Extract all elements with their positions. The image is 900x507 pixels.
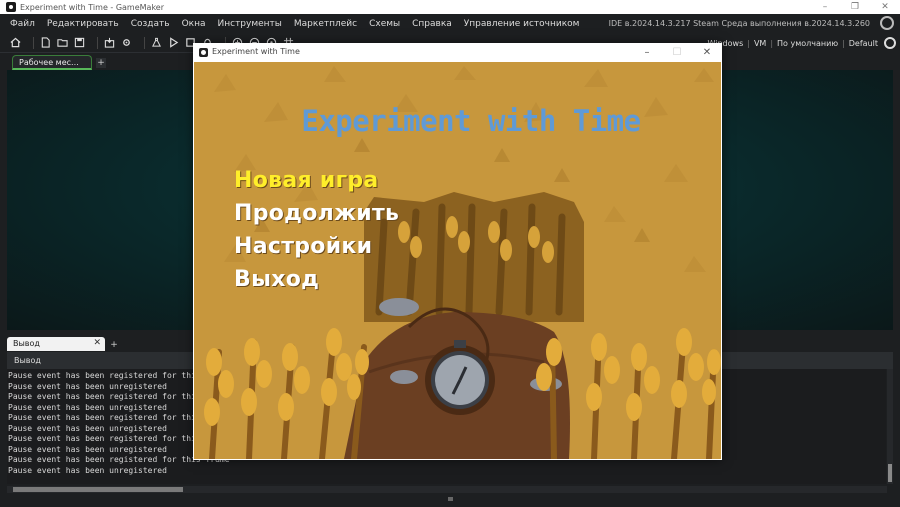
game-minimize-button[interactable]: – xyxy=(632,43,662,62)
scrollbar-thumb[interactable] xyxy=(13,487,183,492)
gamemaker-logo-icon xyxy=(199,48,208,57)
game-window[interactable]: Experiment with Time – ☐ ✕ Experiment wi… xyxy=(193,43,722,460)
package-icon[interactable] xyxy=(104,37,115,48)
close-button[interactable]: ✕ xyxy=(870,0,900,14)
target-runtime[interactable]: VM xyxy=(754,39,766,48)
settings-icon[interactable] xyxy=(121,37,132,48)
output-vertical-scrollbar[interactable] xyxy=(887,369,893,484)
menu-bar: Файл Редактировать Создать Окна Инструме… xyxy=(0,14,900,33)
gamemaker-logo-icon xyxy=(6,2,16,12)
minimize-button[interactable]: – xyxy=(810,0,840,14)
scrollbar-thumb[interactable] xyxy=(888,464,892,482)
menu-option-continue[interactable]: Продолжить xyxy=(234,201,399,226)
tab-workspace[interactable]: Рабочее мес... xyxy=(12,55,92,70)
restore-button[interactable]: ❐ xyxy=(840,0,870,14)
game-close-button[interactable]: ✕ xyxy=(692,43,722,62)
ide-window-title: Experiment with Time - GameMaker xyxy=(20,2,165,12)
ide-window-controls: – ❐ ✕ xyxy=(810,0,900,14)
log-line: Pause event has been unregistered xyxy=(8,465,167,475)
menu-tools[interactable]: Инструменты xyxy=(218,19,282,29)
menu-marketplace[interactable]: Маркетплейс xyxy=(294,19,357,29)
game-maximize-button[interactable]: ☐ xyxy=(662,43,692,62)
clean-icon[interactable] xyxy=(151,37,162,48)
home-icon[interactable] xyxy=(10,37,21,48)
add-workspace-button[interactable]: + xyxy=(96,58,106,68)
save-icon[interactable] xyxy=(74,37,85,48)
game-window-title: Experiment with Time xyxy=(212,47,300,56)
ide-version-info: IDE в.2024.14.3.217 Steam Среда выполнен… xyxy=(608,19,870,28)
open-folder-icon[interactable] xyxy=(57,37,68,48)
menu-help[interactable]: Справка xyxy=(412,19,452,29)
separator: | xyxy=(842,38,845,48)
game-canvas[interactable]: Experiment with Time Новая игра Продолжи… xyxy=(194,62,721,459)
run-icon[interactable] xyxy=(168,37,179,48)
ide-title-bar: Experiment with Time - GameMaker – ❐ ✕ xyxy=(0,0,900,14)
separator: | xyxy=(747,38,750,48)
game-title-bar[interactable]: Experiment with Time – ☐ ✕ xyxy=(193,43,722,62)
menu-option-exit[interactable]: Выход xyxy=(234,267,319,292)
toolbar-separator xyxy=(144,36,145,49)
close-tab-icon[interactable]: ✕ xyxy=(93,338,101,348)
menu-layouts[interactable]: Схемы xyxy=(369,19,400,29)
menu-option-settings[interactable]: Настройки xyxy=(234,234,372,259)
game-window-controls: – ☐ ✕ xyxy=(632,43,722,62)
menu-create[interactable]: Создать xyxy=(131,19,170,29)
target-selector[interactable]: Windows | VM | По умолчанию | Default xyxy=(703,33,900,53)
target-config[interactable]: По умолчанию xyxy=(777,39,838,48)
output-horizontal-scrollbar[interactable] xyxy=(7,486,887,493)
menu-file[interactable]: Файл xyxy=(10,19,35,29)
target-device[interactable]: Default xyxy=(849,39,878,48)
add-output-tab-button[interactable]: + xyxy=(109,340,119,350)
toolbar-separator xyxy=(97,36,98,49)
menu-option-new-game[interactable]: Новая игра xyxy=(234,168,379,193)
menu-edit[interactable]: Редактировать xyxy=(47,19,119,29)
tab-output-label: Вывод xyxy=(13,339,40,348)
account-icon[interactable] xyxy=(880,16,894,30)
menu-windows[interactable]: Окна xyxy=(182,19,206,29)
menu-source-control[interactable]: Управление источником xyxy=(464,19,580,29)
panel-resize-handle[interactable] xyxy=(448,497,453,501)
target-settings-gear-icon[interactable] xyxy=(884,37,896,49)
new-file-icon[interactable] xyxy=(40,37,51,48)
game-title: Experiment with Time xyxy=(301,104,641,138)
tab-output[interactable]: Вывод ✕ xyxy=(7,337,105,351)
separator: | xyxy=(770,38,774,48)
toolbar-separator xyxy=(33,36,34,49)
